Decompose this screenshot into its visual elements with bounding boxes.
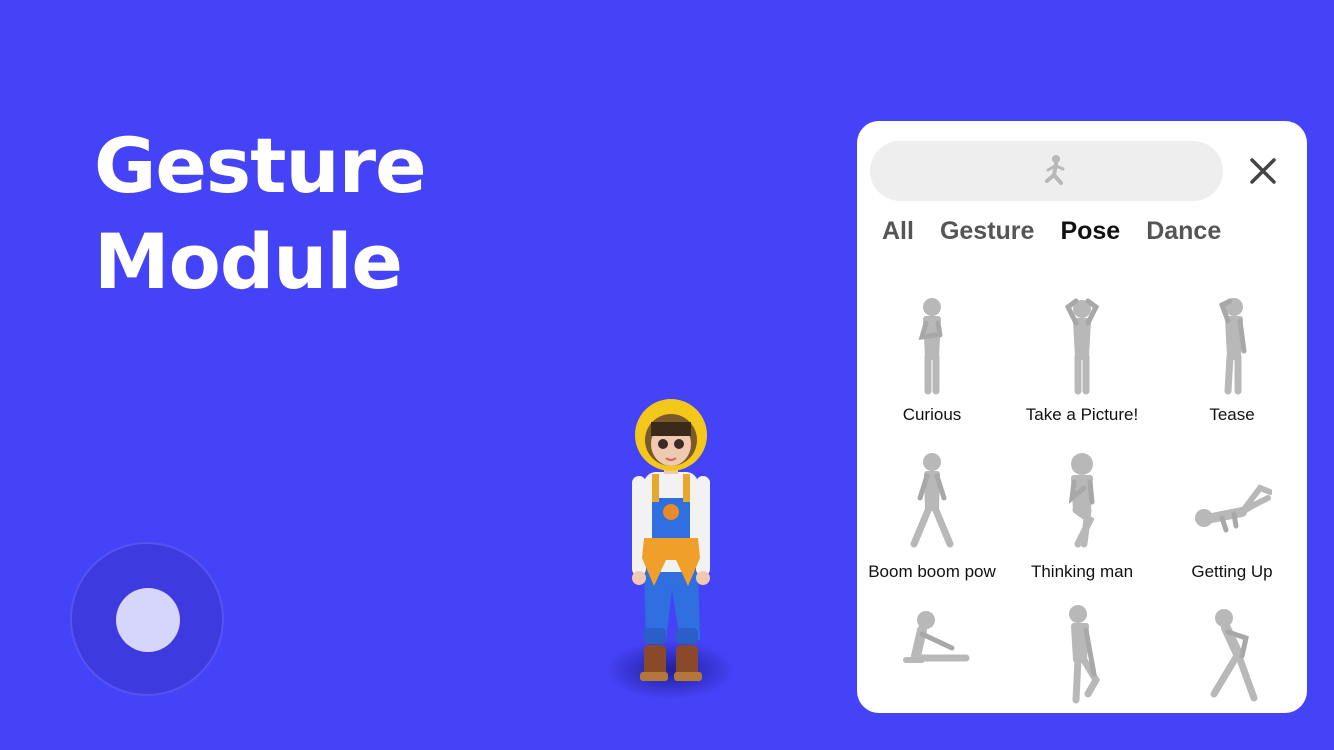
pose-item-curious[interactable]: Curious — [857, 291, 1007, 441]
running-figure-icon — [1045, 155, 1065, 185]
pose-take-picture-icon — [1064, 298, 1100, 395]
pose-item-lunge[interactable] — [1157, 604, 1307, 713]
game-screen: Gesture Module All Gesture Pose Dance Cu… — [0, 0, 1334, 750]
pose-tease-icon — [1218, 298, 1247, 395]
pose-boom-icon — [910, 453, 954, 548]
pose-label: Boom boom pow — [868, 562, 996, 581]
pose-label: Getting Up — [1191, 562, 1273, 581]
tab-pose[interactable]: Pose — [1060, 213, 1120, 253]
pose-label: Take a Picture! — [1025, 405, 1139, 424]
pose-curious-icon — [918, 298, 943, 395]
pose-item-tease[interactable]: Tease — [1157, 291, 1307, 441]
pose-item-thinking-man[interactable]: Thinking man — [1007, 448, 1157, 598]
title-line-2: Module — [94, 217, 403, 306]
pose-item-leg-stretch[interactable] — [1007, 604, 1157, 713]
player-avatar — [632, 399, 710, 681]
tab-all[interactable]: All — [882, 213, 914, 253]
tab-dance[interactable]: Dance — [1146, 213, 1221, 253]
pose-item-take-a-picture[interactable]: Take a Picture! — [1007, 291, 1157, 441]
pose-item-getting-up[interactable]: Getting Up — [1157, 448, 1307, 598]
title-line-1: Gesture — [94, 121, 427, 210]
joystick-knob[interactable] — [116, 588, 180, 652]
page-title: Gesture Module — [94, 118, 427, 310]
pose-stretch-icon — [903, 611, 970, 663]
movement-joystick[interactable] — [70, 542, 224, 696]
pose-label: Tease — [1209, 405, 1255, 424]
close-icon[interactable] — [1247, 155, 1279, 187]
pose-item-boom-boom-pow[interactable]: Boom boom pow — [857, 448, 1007, 598]
gesture-panel: All Gesture Pose Dance Curious Take a Pi… — [857, 121, 1307, 713]
pose-lunge-icon — [1210, 609, 1258, 702]
pose-thinking-icon — [1068, 453, 1095, 548]
tab-gesture[interactable]: Gesture — [940, 213, 1034, 253]
pose-getting-up-icon — [1195, 484, 1272, 533]
pose-item-stretch[interactable] — [857, 604, 1007, 713]
category-tabs: All Gesture Pose Dance — [882, 213, 1221, 253]
pose-label: Thinking man — [1030, 562, 1134, 581]
pose-leg-stretch-icon — [1069, 605, 1101, 704]
pose-label: Curious — [902, 405, 962, 424]
search-bar[interactable] — [870, 141, 1223, 201]
